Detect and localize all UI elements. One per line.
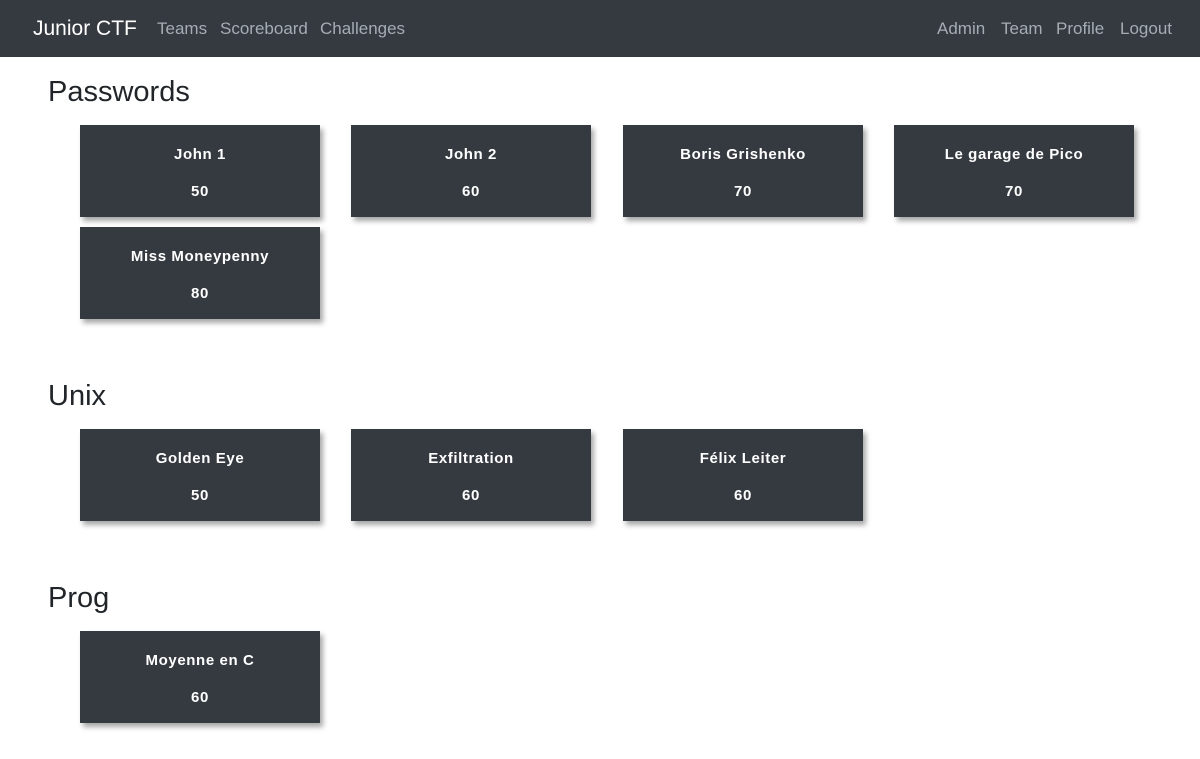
challenge-points: 70: [1005, 183, 1023, 200]
challenge-name: Exfiltration: [428, 450, 514, 467]
challenge-name: Moyenne en C: [145, 652, 255, 669]
challenge-card[interactable]: Exfiltration 60: [351, 429, 591, 521]
challenge-points: 60: [734, 487, 752, 504]
challenge-points: 50: [191, 183, 209, 200]
challenge-name: Golden Eye: [155, 450, 245, 467]
section-title-passwords: Passwords: [48, 76, 190, 108]
nav-link-challenges[interactable]: Challenges: [320, 18, 405, 40]
challenge-name: John 1: [174, 146, 226, 163]
challenge-name: John 2: [445, 146, 497, 163]
challenge-card[interactable]: Boris Grishenko 70: [623, 125, 863, 217]
challenge-points: 60: [462, 183, 480, 200]
challenge-card[interactable]: Le garage de Pico 70: [894, 125, 1134, 217]
section-title-prog: Prog: [48, 582, 110, 614]
challenge-card[interactable]: Miss Moneypenny 80: [80, 227, 320, 319]
challenge-points: 70: [734, 183, 752, 200]
challenge-card[interactable]: Moyenne en C 60: [80, 631, 320, 723]
challenge-name: Le garage de Pico: [944, 146, 1084, 163]
nav-link-logout[interactable]: Logout: [1120, 18, 1172, 40]
nav-link-team[interactable]: Team: [1001, 18, 1043, 40]
challenge-name: Félix Leiter: [699, 450, 787, 467]
challenge-card[interactable]: John 2 60: [351, 125, 591, 217]
challenge-points: 80: [191, 285, 209, 302]
top-navbar: Junior CTF Teams Scoreboard Challenges A…: [0, 0, 1200, 57]
nav-link-admin[interactable]: Admin: [937, 18, 985, 40]
challenge-points: 50: [191, 487, 209, 504]
challenge-points: 60: [191, 689, 209, 706]
challenge-card[interactable]: Golden Eye 50: [80, 429, 320, 521]
nav-link-teams[interactable]: Teams: [157, 18, 207, 40]
section-title-unix: Unix: [48, 380, 107, 412]
challenge-name: Miss Moneypenny: [130, 248, 270, 265]
challenge-card[interactable]: Félix Leiter 60: [623, 429, 863, 521]
challenge-card[interactable]: John 1 50: [80, 125, 320, 217]
brand-link[interactable]: Junior CTF: [33, 15, 137, 43]
nav-link-scoreboard[interactable]: Scoreboard: [220, 18, 308, 40]
nav-link-profile[interactable]: Profile: [1056, 18, 1104, 40]
challenge-points: 60: [462, 487, 480, 504]
challenge-name: Boris Grishenko: [680, 146, 806, 163]
